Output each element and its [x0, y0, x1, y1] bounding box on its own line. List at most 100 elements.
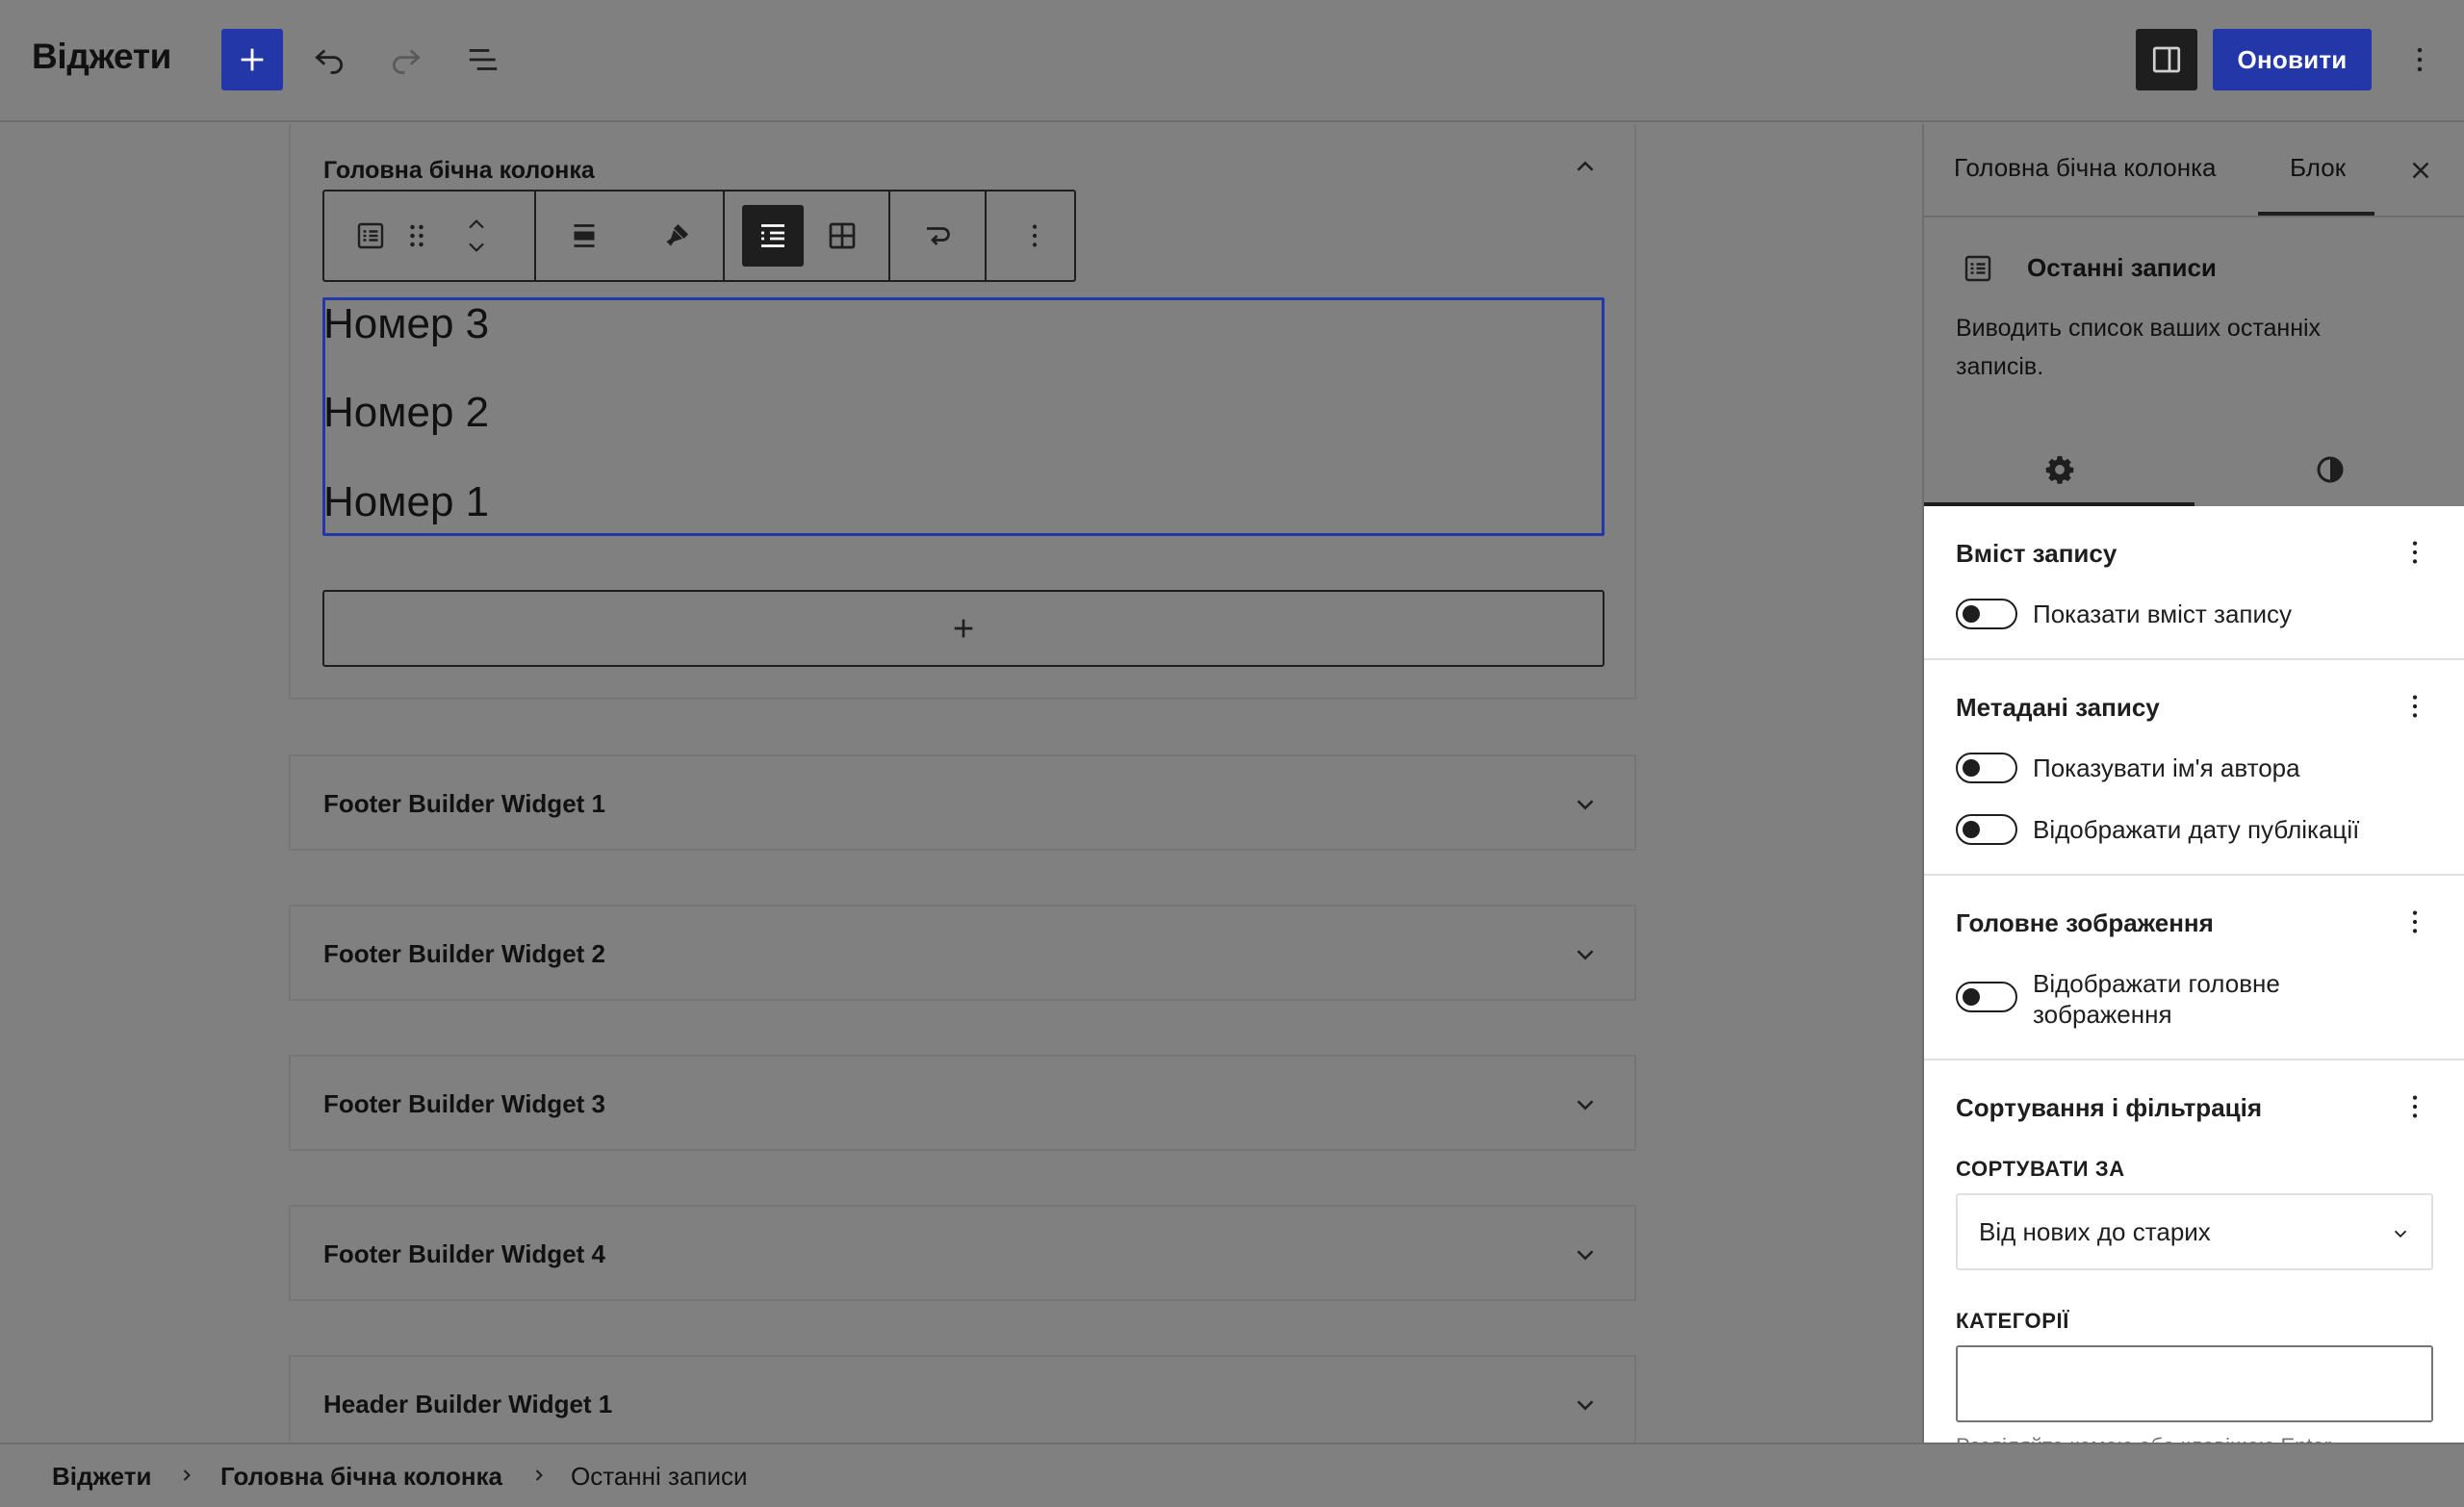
- breadcrumb-item-widgets[interactable]: Віджети: [52, 1462, 151, 1492]
- expand-button[interactable]: [1564, 1234, 1606, 1276]
- block-type-button[interactable]: [340, 205, 401, 267]
- show-content-toggle[interactable]: [1956, 599, 2017, 629]
- widget-area-title: Footer Builder Widget 2: [323, 939, 605, 968]
- panel-options-button[interactable]: [2392, 1084, 2438, 1130]
- block-options-button[interactable]: [1004, 205, 1065, 267]
- drag-handle-icon: [410, 224, 424, 247]
- latest-posts-icon: [1959, 249, 1997, 288]
- close-sidebar-button[interactable]: [2398, 147, 2444, 193]
- select-value: Від нових до старих: [1979, 1216, 2211, 1246]
- panel-post-content: Вміст запису Показати вміст запису: [1924, 506, 2464, 660]
- options-button[interactable]: [2397, 37, 2443, 83]
- toggle-label: Відображати дату публікації: [2033, 815, 2360, 844]
- block-card-description: Виводить список ваших останніх записів.: [1956, 315, 2322, 380]
- more-vertical-icon: [2412, 541, 2418, 564]
- expand-button[interactable]: [1564, 933, 1606, 976]
- order-by-label: СОРТУВАТИ ЗА: [1956, 1157, 2125, 1181]
- tab-settings[interactable]: [1924, 434, 2194, 505]
- panel-title[interactable]: Метадані запису: [1956, 693, 2160, 723]
- gear-icon: [2045, 455, 2073, 484]
- block-card-title: Останні записи: [2027, 253, 2217, 282]
- widget-area-footer-2[interactable]: Footer Builder Widget 2: [289, 905, 1636, 1001]
- update-button[interactable]: Оновити: [2213, 29, 2372, 90]
- breadcrumb-item-sidebar[interactable]: Головна бічна колонка: [220, 1462, 502, 1492]
- expand-button[interactable]: [1564, 1084, 1606, 1126]
- undo-icon: [315, 49, 344, 74]
- grid-view-button[interactable]: [811, 205, 873, 267]
- plus-icon: [241, 48, 264, 71]
- widget-area-footer-1[interactable]: Footer Builder Widget 1: [289, 754, 1636, 851]
- panel-title[interactable]: Вміст запису: [1956, 539, 2117, 569]
- widget-area-title: Footer Builder Widget 4: [323, 1239, 605, 1268]
- panel-options-button[interactable]: [2392, 529, 2438, 575]
- tab-block[interactable]: Блок: [2290, 153, 2346, 183]
- widget-area-title: Header Builder Widget 1: [323, 1390, 613, 1418]
- redo-button[interactable]: [383, 37, 429, 83]
- undo-button[interactable]: [306, 37, 352, 83]
- expand-button[interactable]: [1564, 1384, 1606, 1426]
- align-button[interactable]: [553, 205, 615, 267]
- panel-sorting-filtering: Сортування і фільтрація СОРТУВАТИ ЗА Від…: [1924, 1060, 2464, 1469]
- panel-options-button[interactable]: [2392, 899, 2438, 945]
- chevron-down-icon: [1577, 1400, 1594, 1411]
- expand-button[interactable]: [1564, 783, 1606, 826]
- add-block-button[interactable]: [322, 590, 1604, 667]
- collapse-button[interactable]: [1564, 145, 1606, 188]
- toolbar-group-align: [538, 192, 725, 280]
- post-link[interactable]: Номер 3: [323, 300, 489, 348]
- chevron-up-icon: [1577, 161, 1594, 171]
- list-view-icon: [469, 49, 498, 70]
- latest-posts-icon: [357, 222, 384, 249]
- close-icon: [2412, 162, 2429, 179]
- show-author-toggle[interactable]: [1956, 753, 2017, 783]
- drag-handle[interactable]: [394, 205, 440, 267]
- panel-options-button[interactable]: [2392, 683, 2438, 729]
- editor-header: Віджети Оновити: [0, 0, 2464, 122]
- chevron-right-icon: [175, 1464, 198, 1487]
- widget-area-footer-4[interactable]: Footer Builder Widget 4: [289, 1205, 1636, 1301]
- show-date-toggle[interactable]: [1956, 814, 2017, 845]
- panel-post-meta: Метадані запису Показувати ім'я автора В…: [1924, 660, 2464, 876]
- apply-style-button[interactable]: [646, 205, 707, 267]
- post-link[interactable]: Номер 1: [323, 478, 489, 526]
- more-vertical-icon: [2417, 47, 2423, 72]
- toolbar-group-layout: [727, 192, 890, 280]
- divider: [1924, 216, 2464, 217]
- toolbar-group-block: [324, 192, 536, 280]
- toggle-row: Показати вміст запису: [1956, 599, 2292, 629]
- list-view-button[interactable]: [460, 37, 506, 83]
- sidebar-icon: [2152, 46, 2181, 73]
- latest-posts-block[interactable]: Номер 3 Номер 2 Номер 1: [322, 297, 1604, 536]
- convert-button[interactable]: [908, 205, 969, 267]
- tab-styles[interactable]: [2194, 434, 2464, 505]
- page-title: Віджети: [32, 37, 172, 76]
- widget-area-title: Головна бічна колонка: [323, 157, 595, 184]
- order-by-select[interactable]: Від нових до старих: [1956, 1193, 2433, 1270]
- toggle-row: Показувати ім'я автора: [1956, 753, 2300, 783]
- toggle-label: Показувати ім'я автора: [2033, 754, 2300, 782]
- show-featured-image-toggle[interactable]: [1956, 982, 2017, 1012]
- widget-area-footer-3[interactable]: Footer Builder Widget 3: [289, 1055, 1636, 1151]
- settings-toggle-button[interactable]: [2136, 29, 2197, 90]
- redo-icon: [392, 49, 421, 74]
- chevron-down-icon: [1577, 950, 1594, 960]
- tab-widget-area[interactable]: Головна бічна колонка: [1954, 153, 2217, 183]
- widget-area-main-sidebar: Головна бічна колонка Номер 3 Номер 2 Но…: [289, 124, 1636, 700]
- chevron-up-icon: [469, 219, 484, 229]
- panel-title[interactable]: Головне зображення: [1956, 908, 2214, 938]
- toggle-row: Відображати дату публікації: [1956, 814, 2359, 845]
- widget-area-header-1[interactable]: Header Builder Widget 1: [289, 1355, 1636, 1443]
- widgets-canvas: Головна бічна колонка Номер 3 Номер 2 Но…: [0, 124, 1922, 1443]
- move-buttons[interactable]: [453, 205, 500, 267]
- brush-icon: [666, 224, 688, 246]
- list-view-layout-button[interactable]: [742, 205, 804, 267]
- settings-sidebar: Головна бічна колонка Блок Останні запис…: [1922, 124, 2464, 1469]
- plus-icon: [954, 619, 973, 638]
- post-link[interactable]: Номер 2: [323, 389, 489, 437]
- panel-title[interactable]: Сортування і фільтрація: [1956, 1093, 2262, 1123]
- chevron-down-icon: [1577, 1100, 1594, 1111]
- list-icon: [761, 224, 784, 247]
- categories-input[interactable]: [1956, 1345, 2433, 1422]
- toggle-label: Показати вміст запису: [2033, 600, 2293, 628]
- block-inserter-button[interactable]: [221, 29, 283, 90]
